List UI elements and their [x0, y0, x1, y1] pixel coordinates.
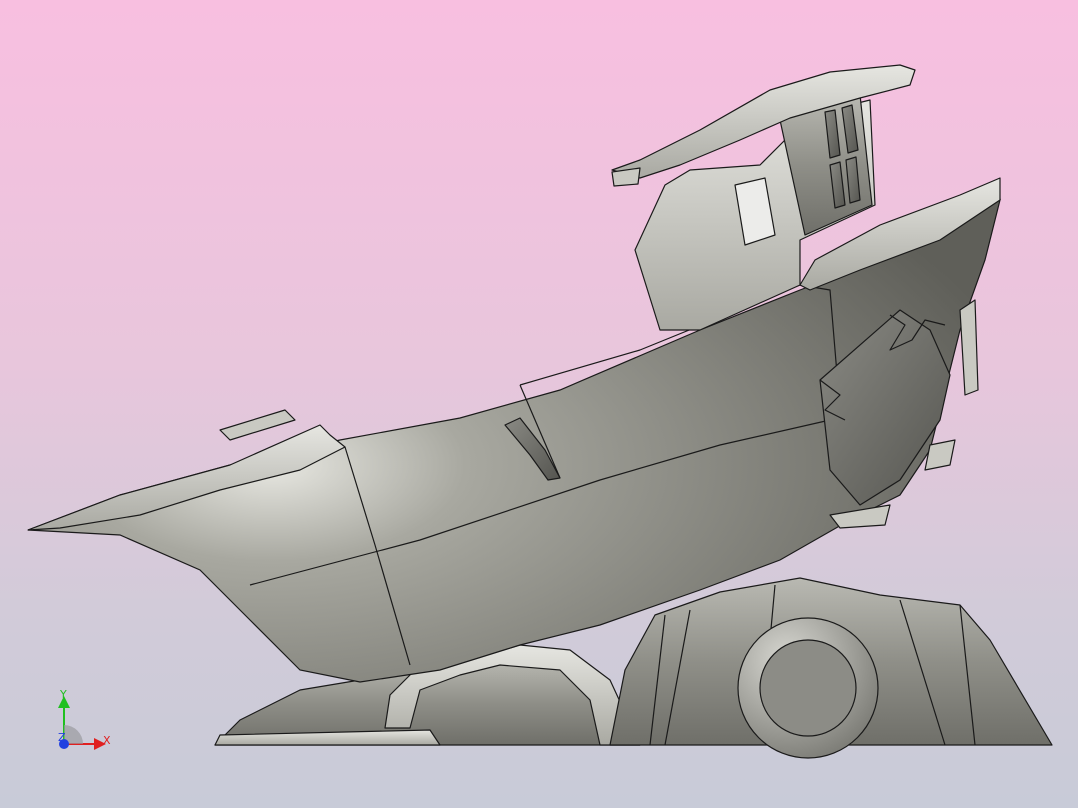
model-render[interactable]: Y X Z — [0, 0, 1078, 808]
rock-pedestal — [609, 577, 1053, 759]
3d-viewport[interactable]: Y X Z — [0, 0, 1078, 808]
x-axis-label: X — [103, 734, 111, 747]
axis-triad[interactable]: Y X Z — [58, 688, 111, 750]
z-axis-label: Z — [58, 731, 66, 744]
y-axis-label: Y — [59, 688, 67, 701]
